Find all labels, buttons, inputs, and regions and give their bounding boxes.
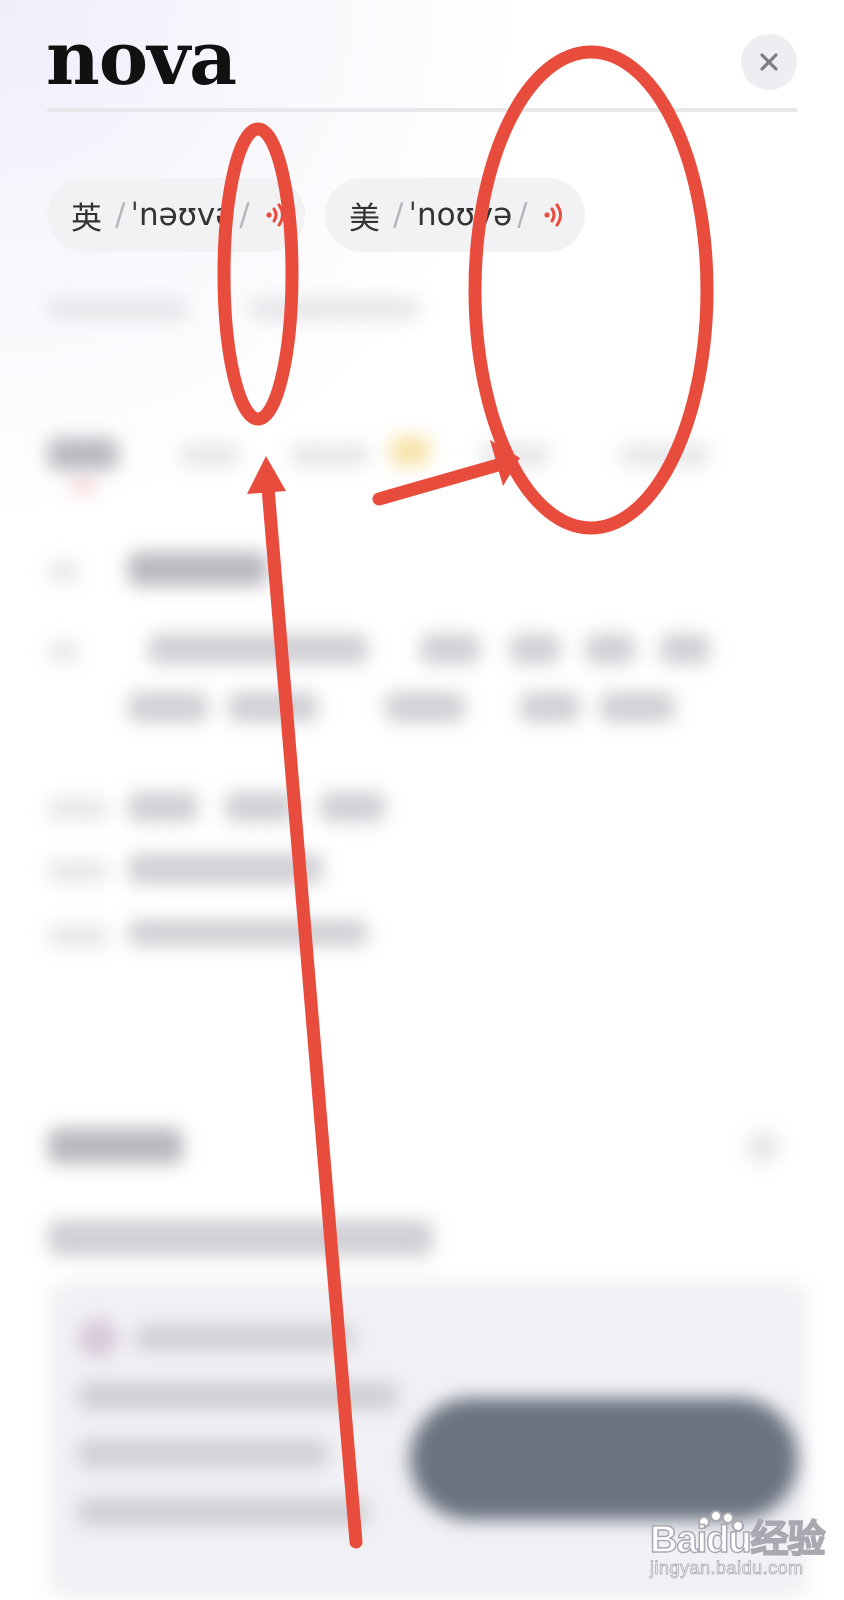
blurred-label xyxy=(48,798,108,820)
blurred-line xyxy=(385,692,465,722)
blurred-line xyxy=(225,792,295,822)
blurred-line xyxy=(585,634,635,664)
slash-right: / xyxy=(517,197,528,233)
close-icon xyxy=(760,53,778,71)
blurred-line xyxy=(148,634,368,664)
blurred-content xyxy=(0,270,844,1600)
blurred-line xyxy=(78,1498,368,1526)
blurred-line xyxy=(420,634,480,664)
speaker-icon[interactable] xyxy=(543,201,565,229)
slash-right: / xyxy=(239,197,250,233)
word-title: nova xyxy=(46,16,237,102)
blurred-label xyxy=(48,640,78,662)
close-button[interactable] xyxy=(741,34,797,90)
blurred-floating-button xyxy=(410,1398,798,1520)
blurred-tab-underline xyxy=(70,484,96,490)
slash-left: / xyxy=(393,197,404,233)
blurred-line xyxy=(320,792,385,822)
watermark-brand: Baidu经验 xyxy=(649,1518,826,1562)
blurred-tab xyxy=(620,444,710,466)
pronunciation-us[interactable]: 美 / ˈnoʊvə / xyxy=(325,178,585,252)
blurred-tab xyxy=(180,444,240,466)
blurred-tab-icon xyxy=(390,436,430,466)
blurred-block xyxy=(250,298,420,320)
blurred-avatar xyxy=(78,1318,118,1358)
blurred-chevron xyxy=(748,1132,778,1162)
blurred-heading xyxy=(48,1128,183,1164)
blurred-label xyxy=(48,925,108,947)
blurred-tab xyxy=(290,444,370,466)
watermark-url: jingyan.baidu.com xyxy=(650,1558,804,1579)
blurred-line xyxy=(128,792,198,822)
blurred-line xyxy=(78,1440,328,1468)
blurred-label xyxy=(48,860,108,882)
blurred-tab-active xyxy=(48,438,118,470)
blurred-line xyxy=(135,1325,355,1351)
blurred-line xyxy=(510,634,560,664)
blurred-line xyxy=(128,854,323,884)
pronunciation-ipa-uk: ˈnəʊvə xyxy=(130,197,235,233)
slash-left: / xyxy=(115,197,126,233)
blurred-line xyxy=(128,692,208,722)
blurred-line xyxy=(128,920,368,946)
blurred-line xyxy=(520,692,580,722)
blurred-line xyxy=(128,552,268,586)
pronunciation-ipa-us: ˈnoʊvə xyxy=(408,197,513,233)
pronunciation-region-us: 美 xyxy=(349,200,380,237)
blurred-line xyxy=(660,634,710,664)
blurred-line xyxy=(78,1382,398,1410)
speaker-icon[interactable] xyxy=(265,201,287,229)
blurred-label xyxy=(48,560,78,582)
blurred-tab xyxy=(480,444,550,466)
blurred-line xyxy=(48,1220,433,1256)
blurred-line xyxy=(600,692,675,722)
title-divider xyxy=(47,108,797,112)
blurred-line xyxy=(228,692,318,722)
pronunciation-uk[interactable]: 英 / ˈnəʊvə / xyxy=(47,178,305,252)
blurred-block xyxy=(48,298,188,320)
pronunciation-region-uk: 英 xyxy=(71,200,102,237)
